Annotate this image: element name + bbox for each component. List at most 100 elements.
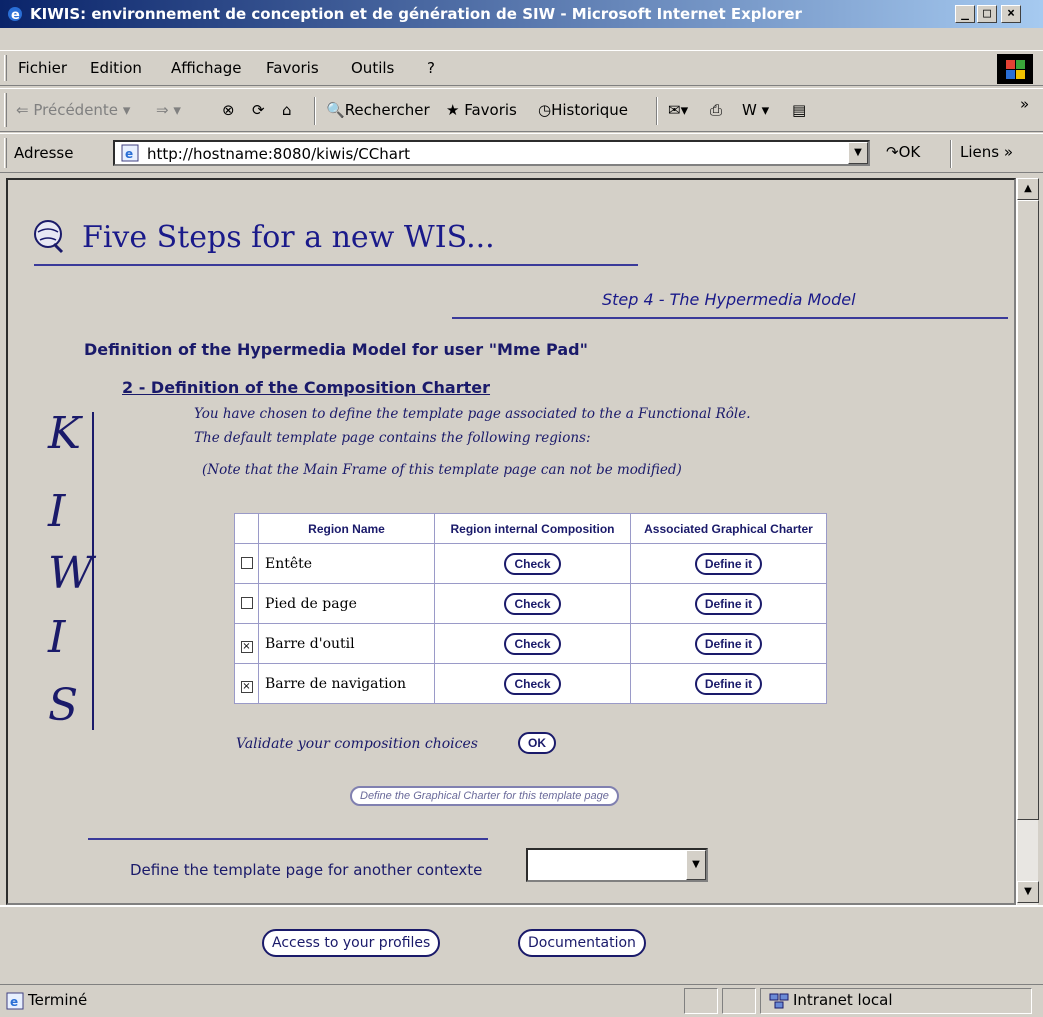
more-toolbar-icon[interactable]: »: [1020, 95, 1029, 113]
zone-label: Intranet local: [793, 991, 893, 1009]
scroll-up-icon[interactable]: ▲: [1017, 178, 1039, 200]
windows-logo-icon: [997, 54, 1033, 84]
forward-button[interactable]: ⇒ ▾: [156, 101, 181, 119]
browser-window: e KIWIS: environnement de conception et …: [0, 0, 1043, 1017]
bottom-frame: Access to your profiles Documentation: [0, 905, 1043, 981]
menu-fichier[interactable]: Fichier: [18, 59, 67, 77]
check-button[interactable]: Check: [504, 552, 561, 575]
header-region-composition: Region internal Composition: [434, 513, 631, 544]
status-panel: [684, 988, 718, 1014]
bottom-divider: [88, 838, 488, 840]
check-button[interactable]: Check: [504, 632, 561, 655]
region-checkbox[interactable]: [240, 556, 253, 569]
intro-paragraph-1: You have chosen to define the template p…: [194, 406, 751, 422]
print-icon[interactable]: ⎙: [710, 101, 722, 119]
stop-icon[interactable]: ⊗: [222, 101, 235, 119]
chevron-down-icon[interactable]: ▼: [686, 850, 706, 880]
menu-outils[interactable]: Outils: [351, 59, 394, 77]
address-grip: [4, 138, 7, 168]
definition-heading: Definition of the Hypermedia Model for u…: [84, 340, 588, 359]
step-label: Step 4 - The Hypermedia Model: [602, 290, 856, 309]
svg-text:e: e: [10, 995, 18, 1009]
links-button[interactable]: Liens »: [960, 143, 1013, 161]
links-label: Liens: [960, 143, 1000, 161]
check-button[interactable]: Check: [504, 592, 561, 615]
kiwis-letter-k: K: [48, 408, 81, 459]
globe-logo-icon: [34, 220, 64, 254]
ok-button[interactable]: OK: [518, 732, 556, 754]
vertical-scrollbar[interactable]: ▲ ▼: [1016, 178, 1039, 905]
header-region-name: Region Name: [258, 513, 435, 544]
table-row: Pied de page Check Define it: [234, 583, 827, 624]
menu-grip: [4, 55, 7, 81]
toolbar: ⇐ Précédente ▾ ⇒ ▾ ⊗ ⟳ ⌂ 🔍Rechercher ★ F…: [0, 88, 1043, 132]
menu-affichage[interactable]: Affichage: [171, 59, 241, 77]
region-checkbox[interactable]: ×: [240, 640, 253, 653]
region-name: Pied de page: [258, 583, 435, 624]
edit-icon[interactable]: W ▾: [742, 101, 769, 119]
intro-paragraph-2: The default template page contains the f…: [194, 430, 591, 446]
kiwis-letter-i: I: [48, 486, 66, 537]
history-button[interactable]: ◷Historique: [538, 101, 628, 119]
context-select[interactable]: ▼: [526, 848, 708, 882]
go-button[interactable]: ↷OK: [886, 143, 920, 161]
menu-help[interactable]: ?: [427, 59, 435, 77]
window-title: KIWIS: environnement de conception et de…: [30, 5, 802, 23]
region-checkbox[interactable]: [240, 596, 253, 609]
go-label: OK: [898, 143, 921, 161]
search-label: Rechercher: [344, 101, 430, 119]
status-bar: e Terminé Intranet local: [0, 984, 1043, 1017]
kiwis-letter-i2: I: [48, 612, 66, 663]
region-checkbox[interactable]: ×: [240, 680, 253, 693]
address-separator: [950, 140, 952, 168]
define-it-button[interactable]: Define it: [694, 672, 763, 695]
menu-favoris[interactable]: Favoris: [266, 59, 319, 77]
step-underline: [452, 317, 1008, 319]
home-icon[interactable]: ⌂: [282, 101, 292, 119]
ie-page-icon: e: [6, 992, 24, 1010]
define-graphical-charter-button[interactable]: Define the Graphical Charter for this te…: [350, 786, 619, 806]
address-url: http://hostname:8080/kiwis/CChart: [147, 145, 411, 163]
access-profiles-button[interactable]: Access to your profiles: [262, 929, 441, 957]
favorites-button[interactable]: ★ Favoris: [446, 101, 517, 119]
title-bar: e KIWIS: environnement de conception et …: [0, 0, 1043, 28]
scroll-thumb[interactable]: [1017, 200, 1039, 820]
minimize-button[interactable]: _: [955, 5, 975, 23]
scroll-down-icon[interactable]: ▼: [1017, 881, 1039, 903]
kiwis-vertical-bar: [92, 412, 94, 730]
define-it-button[interactable]: Define it: [694, 632, 763, 655]
kiwis-letter-w: W: [48, 548, 94, 599]
table-header-row: Region Name Region internal Composition …: [234, 513, 827, 544]
back-label: Précédente: [33, 101, 119, 119]
page-icon: e: [121, 144, 139, 162]
regions-table: Region Name Region internal Composition …: [234, 513, 827, 704]
kiwis-letter-s: S: [48, 680, 79, 731]
close-button[interactable]: ×: [1001, 5, 1021, 23]
toolbar-grip: [4, 93, 7, 127]
documentation-button[interactable]: Documentation: [518, 929, 646, 957]
region-name: Barre d'outil: [258, 623, 435, 664]
mail-icon[interactable]: ✉▾: [668, 101, 688, 119]
discuss-icon[interactable]: ▤: [792, 101, 806, 119]
address-input[interactable]: e http://hostname:8080/kiwis/CChart ▼: [113, 140, 870, 166]
ie-icon: e: [8, 7, 22, 23]
maximize-button[interactable]: □: [977, 5, 997, 23]
check-button[interactable]: Check: [504, 672, 561, 695]
region-name: Entête: [258, 543, 435, 584]
search-button[interactable]: 🔍Rechercher: [326, 101, 430, 119]
table-row: × Barre d'outil Check Define it: [234, 623, 827, 664]
back-button[interactable]: ⇐ Précédente ▾: [16, 101, 130, 119]
svg-text:e: e: [125, 147, 133, 161]
address-dropdown-icon[interactable]: ▼: [848, 142, 868, 164]
composition-heading[interactable]: 2 - Definition of the Composition Charte…: [122, 378, 490, 397]
menu-bar: Fichier Edition Affichage Favoris Outils…: [0, 50, 1043, 86]
another-context-label: Define the template page for another con…: [130, 861, 483, 879]
toolbar-separator: [314, 97, 316, 125]
define-it-button[interactable]: Define it: [694, 592, 763, 615]
define-it-button[interactable]: Define it: [694, 552, 763, 575]
history-label: Historique: [551, 101, 629, 119]
refresh-icon[interactable]: ⟳: [252, 101, 265, 119]
toolbar-separator: [656, 97, 658, 125]
note-paragraph: (Note that the Main Frame of this templa…: [202, 462, 682, 478]
menu-edition[interactable]: Edition: [90, 59, 142, 77]
